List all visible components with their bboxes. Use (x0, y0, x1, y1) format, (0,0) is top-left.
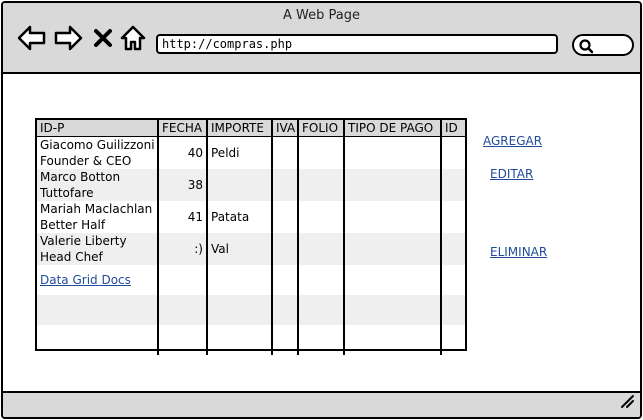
cell-fecha: :) (158, 232, 208, 265)
table-row[interactable]: Data Grid Docs (37, 264, 465, 295)
cell-tipo-de-pago (344, 232, 442, 265)
eliminar-link[interactable]: ELIMINAR (490, 245, 547, 259)
search-icon (579, 39, 594, 54)
cell-iva (272, 232, 299, 265)
row-name: Marco Botton (40, 169, 121, 184)
cell-folio (298, 136, 345, 169)
close-icon[interactable] (93, 28, 113, 48)
cell-importe (207, 168, 273, 201)
cell-id (441, 168, 465, 201)
cell-id-p: Mariah Maclachlan Better Half (37, 200, 159, 233)
cell-id-p: Valerie Liberty Head Chef (37, 232, 159, 265)
arrow-right-icon[interactable] (53, 25, 83, 51)
row-name: Giacomo Guilizzoni (40, 137, 155, 152)
cell-tipo-de-pago (344, 200, 442, 233)
row-name: Valerie Liberty (40, 233, 127, 248)
cell-fecha: 38 (158, 168, 208, 201)
grid-header-row: ID-P FECHA IMPORTE IVA FOLIO TIPO DE PAG… (37, 120, 465, 137)
cell-id-p: Marco Botton Tuttofare (37, 168, 159, 201)
column-header-id-p[interactable]: ID-P (37, 120, 159, 137)
cell-importe: Val (207, 232, 273, 265)
cell-tipo-de-pago (344, 168, 442, 201)
window-title: A Web Page (283, 8, 360, 23)
data-grid-docs-link[interactable]: Data Grid Docs (40, 273, 131, 287)
cell-iva (272, 168, 299, 201)
column-header-folio[interactable]: FOLIO (298, 120, 345, 137)
table-row[interactable]: Giacomo Guilizzoni Founder & CEO 40 Peld… (37, 136, 465, 169)
table-row[interactable] (37, 294, 465, 325)
home-icon[interactable] (120, 25, 146, 51)
row-role: Better Half (40, 217, 106, 232)
cell-fecha: 40 (158, 136, 208, 169)
table-row[interactable]: Marco Botton Tuttofare 38 (37, 168, 465, 201)
row-role: Founder & CEO (40, 153, 132, 168)
table-row[interactable]: Valerie Liberty Head Chef :) Val (37, 232, 465, 265)
status-bar (3, 391, 640, 417)
cell-folio (298, 168, 345, 201)
row-role: Head Chef (40, 249, 103, 264)
browser-toolbar: A Web Page http://compras.php (3, 3, 640, 74)
cell-id (441, 232, 465, 265)
cell-folio (298, 200, 345, 233)
row-name: Mariah Maclachlan (40, 201, 153, 216)
cell-id-p: Data Grid Docs (37, 264, 159, 295)
browser-window: A Web Page http://compras.php ID-P FECHA… (1, 1, 642, 419)
search-input[interactable] (572, 34, 634, 56)
cell-id (441, 136, 465, 169)
cell-tipo-de-pago (344, 136, 442, 169)
cell-id-p: Giacomo Guilizzoni Founder & CEO (37, 136, 159, 169)
row-role: Tuttofare (40, 185, 94, 200)
agregar-link[interactable]: AGREGAR (483, 134, 542, 148)
cell-folio (298, 232, 345, 265)
column-header-id[interactable]: ID (441, 120, 465, 137)
cell-iva (272, 136, 299, 169)
data-grid[interactable]: ID-P FECHA IMPORTE IVA FOLIO TIPO DE PAG… (35, 118, 467, 355)
url-input[interactable]: http://compras.php (156, 34, 558, 54)
data-grid-table: ID-P FECHA IMPORTE IVA FOLIO TIPO DE PAG… (37, 120, 465, 355)
cell-iva (272, 200, 299, 233)
resize-grip-icon[interactable] (620, 393, 634, 412)
cell-fecha: 41 (158, 200, 208, 233)
cell-importe: Peldi (207, 136, 273, 169)
table-row[interactable] (37, 324, 465, 355)
arrow-left-icon[interactable] (17, 25, 47, 51)
table-row[interactable]: Mariah Maclachlan Better Half 41 Patata (37, 200, 465, 233)
column-header-tipo-de-pago[interactable]: TIPO DE PAGO (344, 120, 442, 137)
column-header-importe[interactable]: IMPORTE (207, 120, 273, 137)
cell-id (441, 201, 465, 233)
editar-link[interactable]: EDITAR (490, 167, 533, 181)
cell-importe: Patata (207, 200, 273, 233)
column-header-fecha[interactable]: FECHA (158, 120, 208, 137)
column-header-iva[interactable]: IVA (272, 120, 299, 137)
